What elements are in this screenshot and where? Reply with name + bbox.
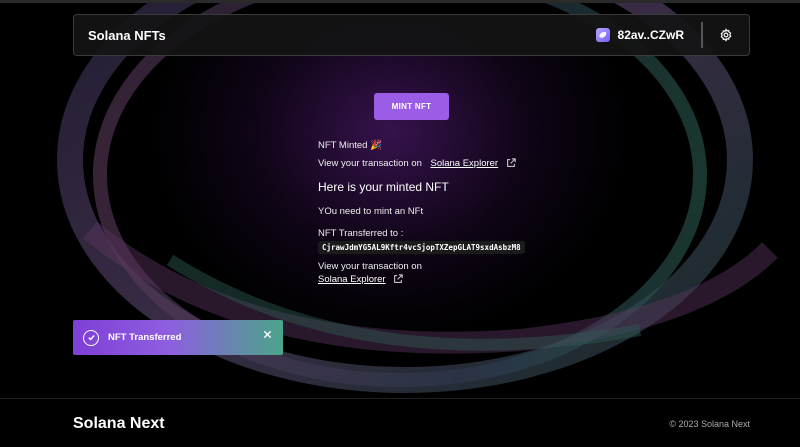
gear-icon <box>720 28 732 42</box>
page: Solana NFTs 82av..CZwR MINT NFT NFT Mint… <box>0 0 800 447</box>
navbar: Solana NFTs 82av..CZwR <box>73 14 750 56</box>
recipient-address: CjrawJdmYG5AL9Kftr4vcSjopTXZepGLAT9sxdAs… <box>318 241 525 254</box>
mint-nft-button[interactable]: MINT NFT <box>374 93 449 120</box>
close-icon[interactable] <box>263 326 273 339</box>
nft-transferred-label: NFT Transferred to : <box>318 228 404 239</box>
settings-button[interactable] <box>717 26 735 44</box>
background-rings <box>57 0 778 393</box>
solana-explorer-link-2[interactable]: Solana Explorer <box>318 274 386 285</box>
toast-message: NFT Transferred <box>108 332 182 343</box>
check-circle-icon <box>83 329 99 346</box>
need-mint-message: YOu need to mint an NFt <box>318 206 424 217</box>
navbar-brand[interactable]: Solana NFTs <box>88 28 166 43</box>
footer-copyright: © 2023 Solana Next <box>669 419 750 429</box>
wallet-button[interactable]: 82av..CZwR <box>595 28 684 42</box>
toast-notification: NFT Transferred <box>73 320 283 355</box>
footer: Solana Next © 2023 Solana Next <box>0 398 800 447</box>
navbar-divider <box>701 22 703 48</box>
view-transaction-row-2: Solana Explorer <box>318 274 403 285</box>
window-top-strip <box>0 0 800 3</box>
wallet-address-label: 82av..CZwR <box>617 28 684 42</box>
solana-explorer-link-1[interactable]: Solana Explorer <box>431 158 499 169</box>
recipient-address-row: CjrawJdmYG5AL9Kftr4vcSjopTXZepGLAT9sxdAs… <box>318 241 525 254</box>
minted-nft-heading: Here is your minted NFT <box>318 180 449 194</box>
external-link-icon[interactable] <box>393 274 403 284</box>
wallet-icon <box>595 28 610 42</box>
minted-status: NFT Minted 🎉 <box>318 140 382 151</box>
external-link-icon[interactable] <box>506 158 516 168</box>
view-transaction-text: View your transaction on <box>318 158 422 169</box>
view-transaction-text-2: View your transaction on <box>318 261 422 272</box>
view-transaction-row-1: View your transaction on Solana Explorer <box>318 158 516 169</box>
navbar-right: 82av..CZwR <box>595 15 735 55</box>
footer-brand[interactable]: Solana Next <box>73 415 165 433</box>
